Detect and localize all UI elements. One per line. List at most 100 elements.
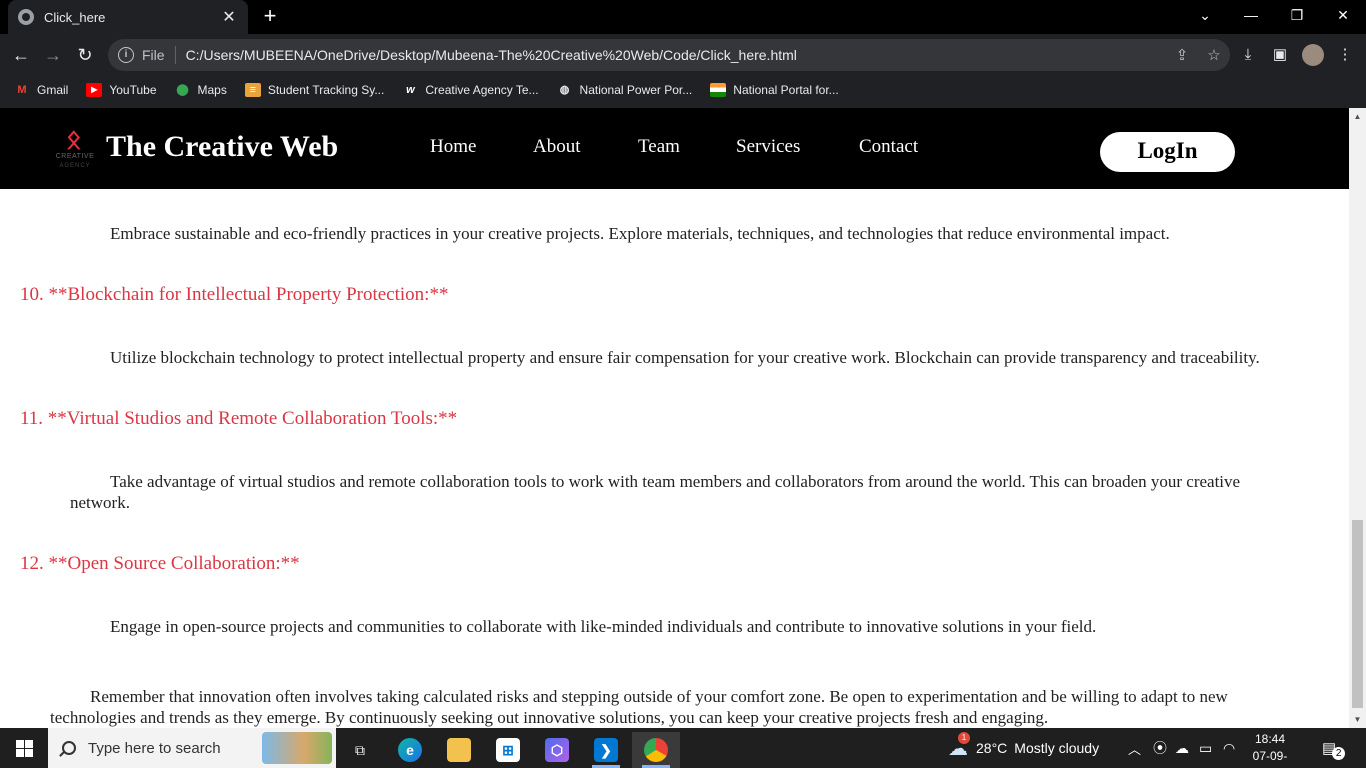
back-button[interactable]: ← <box>8 42 34 68</box>
conclusion-line2: technologies and trends as they emerge. … <box>50 708 1049 727</box>
bookmark-national-portal[interactable]: National Portal for... <box>710 83 839 97</box>
scroll-down-arrow[interactable]: ▼ <box>1349 711 1366 728</box>
page-scrollbar[interactable]: ▲ ▼ <box>1349 108 1366 728</box>
url-text[interactable]: C:/Users/MUBEENA/OneDrive/Desktop/Mubeen… <box>186 47 1166 63</box>
taskbar-edge[interactable]: e <box>386 732 434 768</box>
student-tracking-icon: ≡ <box>244 83 261 97</box>
weather-widget[interactable]: ☁ 1 28°C Mostly cloudy <box>948 728 1099 768</box>
scrollbar-thumb[interactable] <box>1352 520 1363 708</box>
bookmark-national-power[interactable]: ◍ National Power Por... <box>557 83 693 97</box>
taskbar-chrome[interactable] <box>632 732 680 768</box>
bookmark-label: Creative Agency Te... <box>425 83 539 97</box>
heading-virtual-studios: 11. **Virtual Studios and Remote Collabo… <box>20 408 458 429</box>
weather-temp: 28°C <box>976 740 1008 756</box>
taskbar-file-explorer[interactable] <box>435 732 483 768</box>
tab-close-icon[interactable]: ✕ <box>220 7 238 27</box>
search-icon <box>62 741 76 755</box>
wifi-icon[interactable]: ◠ <box>1223 728 1235 768</box>
close-window-button[interactable]: ✕ <box>1320 0 1366 30</box>
bookmark-youtube[interactable]: ▶ YouTube <box>86 83 157 97</box>
side-panel-icon[interactable]: ▣ <box>1269 44 1291 66</box>
login-button[interactable]: LogIn <box>1100 132 1235 172</box>
search-placeholder: Type here to search <box>88 739 221 757</box>
bookmark-creative-agency[interactable]: w Creative Agency Te... <box>402 83 538 97</box>
nav-about[interactable]: About <box>533 136 581 158</box>
taskbar-store[interactable]: ⊞ <box>484 732 532 768</box>
taskbar-vscode[interactable]: ❯ <box>582 732 630 768</box>
bookmark-label: Student Tracking Sy... <box>267 83 385 97</box>
browser-tab[interactable]: Click_here ✕ <box>8 0 248 34</box>
cloud-icon: ☁ 1 <box>948 731 970 760</box>
app-hexagon-icon: ⬡ <box>545 738 569 762</box>
task-view-icon: ⧉ <box>355 742 365 758</box>
conclusion-line1: Remember that innovation often involves … <box>90 687 1228 706</box>
site-navbar: ᛟ CREATIVE AGENCY The Creative Web Home … <box>0 108 1349 189</box>
logo-figure-icon: ᛟ <box>66 124 82 154</box>
nav-contact[interactable]: Contact <box>859 136 918 158</box>
bookmark-label: Maps <box>197 83 227 97</box>
task-view-button[interactable]: ⧉ <box>336 732 384 768</box>
onedrive-icon[interactable]: ☁ <box>1175 728 1189 768</box>
page-favicon-icon <box>18 9 34 25</box>
meet-now-icon[interactable]: ⦿ <box>1153 728 1167 768</box>
folder-icon <box>447 738 471 762</box>
scroll-up-arrow[interactable]: ▲ <box>1349 108 1366 125</box>
bookmark-label: National Power Por... <box>579 83 693 97</box>
heading-open-source: 12. **Open Source Collaboration:** <box>20 553 300 574</box>
chrome-icon <box>644 738 668 762</box>
weather-badge: 1 <box>958 731 970 744</box>
minimize-button[interactable]: — <box>1228 0 1274 30</box>
clock-time: 18:44 <box>1254 732 1286 746</box>
nav-services[interactable]: Services <box>736 136 800 158</box>
bookmark-gmail[interactable]: M Gmail <box>14 83 68 97</box>
restore-button[interactable]: ❐ <box>1274 0 1320 30</box>
download-icon[interactable]: ⤓ <box>1237 44 1259 66</box>
creative-agency-icon: w <box>406 84 415 96</box>
bookmark-label: YouTube <box>109 83 157 97</box>
paragraph-blockchain: Utilize blockchain technology to protect… <box>110 348 1260 367</box>
bookmark-label: Gmail <box>37 83 69 97</box>
site-logo[interactable]: ᛟ CREATIVE AGENCY <box>52 124 98 172</box>
heading-blockchain: 10. **Blockchain for Intellectual Proper… <box>20 284 449 305</box>
india-flag-icon <box>710 83 727 97</box>
taskbar-search-box[interactable]: Type here to search <box>48 728 336 768</box>
globe-icon: ◍ <box>559 84 570 96</box>
paragraph-open-source: Engage in open-source projects and commu… <box>110 617 1097 636</box>
profile-avatar[interactable] <box>1302 44 1324 66</box>
tab-title: Click_here <box>44 9 106 25</box>
nav-home[interactable]: Home <box>430 136 476 158</box>
bookmark-maps[interactable]: ⬤ Maps <box>175 83 227 97</box>
maps-icon: ⬤ <box>176 84 189 96</box>
vscode-icon: ❯ <box>594 738 618 762</box>
paragraph-virtual-studios-line1: Take advantage of virtual studios and re… <box>110 472 1241 491</box>
browser-toolbar: ← → ↻ i File C:/Users/MUBEENA/OneDrive/D… <box>0 34 1366 76</box>
new-tab-button[interactable]: + <box>258 4 282 28</box>
site-brand[interactable]: The Creative Web <box>106 130 338 164</box>
bookmark-star-icon[interactable]: ☆ <box>1198 46 1230 64</box>
clock-date: 07-09-2023 <box>1252 749 1288 768</box>
windows-taskbar: Type here to search ⧉ e ⊞ ⬡ ❯ ☁ 1 28°C Mo… <box>0 728 1366 768</box>
site-info-icon[interactable]: i <box>118 47 134 63</box>
weather-description: Mostly cloudy <box>1014 740 1100 756</box>
edge-icon: e <box>398 738 422 762</box>
start-button[interactable] <box>0 728 48 768</box>
paragraph-virtual-studios-line2: network. <box>70 493 130 512</box>
system-clock[interactable]: 18:44 07-09-2023 <box>1240 731 1300 768</box>
battery-icon[interactable]: ▭ <box>1199 728 1212 768</box>
tab-search-button[interactable]: ⌄ <box>1182 0 1228 30</box>
show-hidden-icons-button[interactable]: ︿ <box>1128 728 1141 768</box>
browser-tab-strip: Click_here ✕ + ⌄ — ❐ ✕ <box>0 0 1366 34</box>
logo-caption: CREATIVE <box>55 153 95 160</box>
page-viewport: ᛟ CREATIVE AGENCY The Creative Web Home … <box>0 108 1349 728</box>
forward-button[interactable]: → <box>40 42 66 68</box>
notification-count: 2 <box>1332 746 1346 760</box>
notifications-button[interactable]: ▤ 2 <box>1322 728 1346 768</box>
reload-button[interactable]: ↻ <box>72 42 98 68</box>
address-bar[interactable]: i File C:/Users/MUBEENA/OneDrive/Desktop… <box>108 39 1230 71</box>
menu-kebab-icon[interactable]: ⋮ <box>1334 44 1356 66</box>
bookmark-student-tracking[interactable]: ≡ Student Tracking Sy... <box>244 83 385 97</box>
share-icon[interactable]: ⇪ <box>1166 46 1198 64</box>
taskbar-app[interactable]: ⬡ <box>533 732 581 768</box>
file-scheme-label: File <box>142 47 165 63</box>
nav-team[interactable]: Team <box>638 136 680 158</box>
